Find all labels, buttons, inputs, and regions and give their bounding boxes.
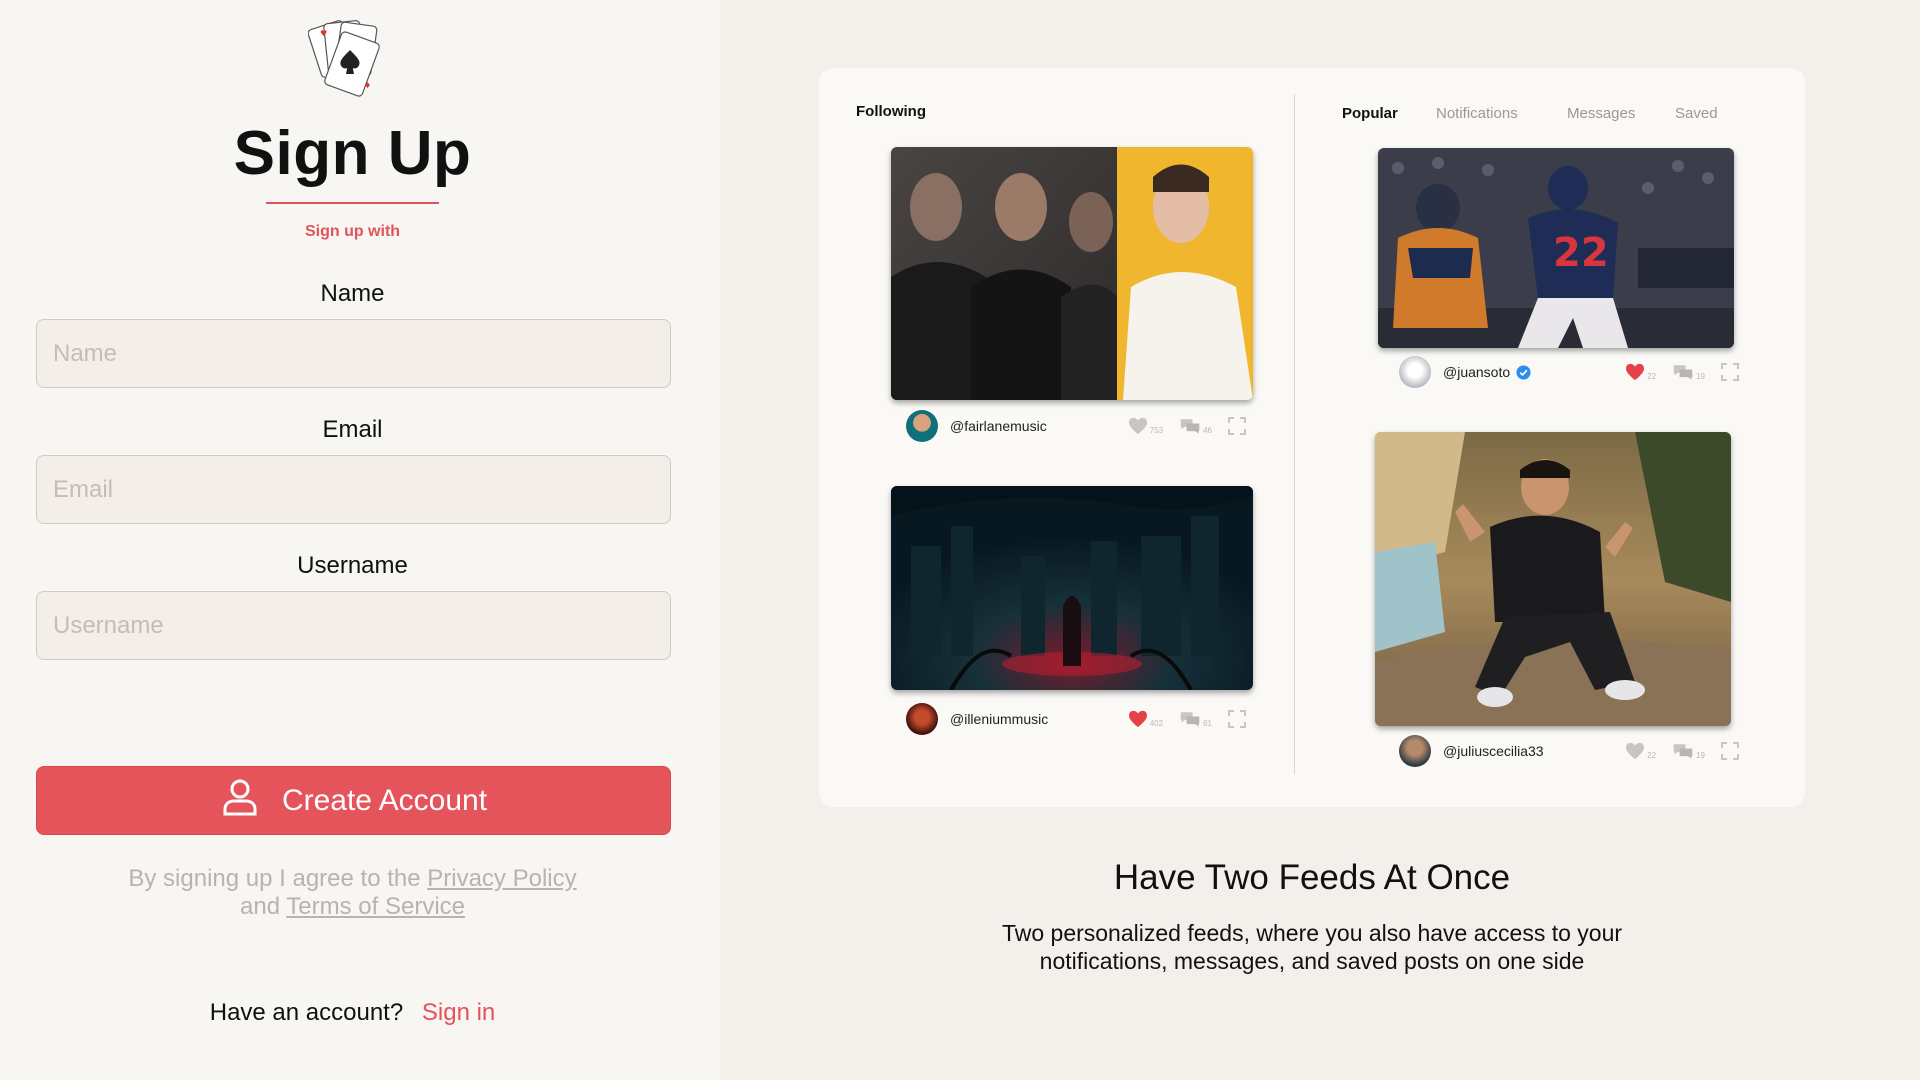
post-image[interactable]: 22 bbox=[1378, 148, 1734, 348]
terms-of-service-link[interactable]: Terms of Service bbox=[286, 893, 465, 920]
comments-icon bbox=[1673, 365, 1693, 380]
expand-stat[interactable] bbox=[1228, 710, 1246, 728]
heart-icon bbox=[1128, 710, 1147, 728]
expand-icon bbox=[1721, 742, 1739, 760]
heart-icon bbox=[1626, 363, 1645, 381]
comment-count: 19 bbox=[1696, 751, 1705, 760]
expand-stat[interactable] bbox=[1228, 417, 1246, 435]
avatar[interactable] bbox=[906, 703, 938, 735]
post-meta: @juansoto 22 19 bbox=[1399, 356, 1739, 388]
name-label: Name bbox=[320, 280, 385, 307]
comment-stat[interactable]: 19 bbox=[1672, 742, 1705, 760]
feature-title: Have Two Feeds At Once bbox=[1113, 858, 1511, 897]
post-handle[interactable]: @juansoto bbox=[1443, 364, 1510, 380]
email-field[interactable] bbox=[36, 455, 671, 524]
post-meta: @fairlanemusic 753 46 bbox=[906, 410, 1246, 442]
expand-icon bbox=[1228, 417, 1246, 435]
comments-icon bbox=[1180, 712, 1200, 727]
name-field[interactable] bbox=[36, 319, 671, 388]
create-account-label: Create Account bbox=[281, 783, 488, 817]
title-underline bbox=[266, 202, 439, 204]
post-handle-wrap: @juansoto bbox=[1443, 364, 1609, 380]
tab-following[interactable]: Following bbox=[856, 103, 926, 120]
comment-stat[interactable]: 61 bbox=[1179, 710, 1212, 728]
signup-panel: ♥ ♦ Sign Up Sign up with Name Email User… bbox=[0, 0, 720, 1080]
avatar[interactable] bbox=[906, 410, 938, 442]
expand-stat[interactable] bbox=[1721, 742, 1739, 760]
agreement-text: By signing up I agree to the Privacy Pol… bbox=[0, 865, 705, 921]
post-image[interactable] bbox=[1375, 432, 1731, 726]
svg-text:22: 22 bbox=[1553, 230, 1609, 276]
post-handle[interactable]: @juliuscecilia33 bbox=[1443, 743, 1609, 759]
expand-icon bbox=[1721, 363, 1739, 381]
comment-count: 61 bbox=[1203, 719, 1212, 728]
post-handle[interactable]: @illeniummusic bbox=[950, 711, 1112, 727]
comment-count: 46 bbox=[1203, 426, 1212, 435]
like-count: 22 bbox=[1647, 372, 1657, 381]
avatar[interactable] bbox=[1399, 735, 1431, 767]
privacy-policy-link[interactable]: Privacy Policy bbox=[427, 865, 576, 892]
comments-icon bbox=[1673, 744, 1693, 759]
like-stat[interactable]: 753 bbox=[1128, 417, 1163, 435]
like-count: 22 bbox=[1647, 751, 1657, 760]
like-count: 402 bbox=[1149, 719, 1164, 728]
expand-icon bbox=[1228, 710, 1246, 728]
verified-badge-icon bbox=[1516, 364, 1531, 380]
svg-text:♦: ♦ bbox=[364, 81, 371, 90]
post-image[interactable] bbox=[891, 486, 1253, 690]
comments-icon bbox=[1180, 419, 1200, 434]
agreement-and: and bbox=[240, 893, 281, 920]
feeds-preview-card: Following Popular Notifications Messages… bbox=[819, 68, 1805, 807]
tab-saved[interactable]: Saved bbox=[1675, 105, 1718, 122]
like-stat[interactable]: 22 bbox=[1625, 742, 1656, 760]
heart-icon bbox=[1128, 417, 1147, 435]
like-count: 753 bbox=[1149, 426, 1164, 435]
have-account-prompt: Have an account? bbox=[209, 999, 404, 1026]
sign-in-link[interactable]: Sign in bbox=[422, 999, 495, 1026]
post-meta: @juliuscecilia33 22 19 bbox=[1399, 735, 1739, 767]
svg-text:♥: ♥ bbox=[320, 29, 327, 38]
comment-count: 19 bbox=[1696, 372, 1705, 381]
playing-cards-icon: ♥ ♦ bbox=[307, 14, 392, 98]
tab-popular[interactable]: Popular bbox=[1342, 105, 1398, 122]
page-title: Sign Up bbox=[233, 119, 472, 188]
expand-stat[interactable] bbox=[1721, 363, 1739, 381]
comment-stat[interactable]: 46 bbox=[1179, 417, 1212, 435]
username-field[interactable] bbox=[36, 591, 671, 660]
signup-with-label: Sign up with bbox=[304, 223, 401, 240]
have-account-row: Have an account? Sign in bbox=[0, 999, 705, 1027]
heart-icon bbox=[1626, 742, 1645, 760]
post-meta: @illeniummusic 402 61 bbox=[906, 703, 1246, 735]
user-icon bbox=[220, 777, 260, 825]
feature-description: Two personalized feeds, where you also h… bbox=[1001, 920, 1623, 974]
like-stat[interactable]: 22 bbox=[1625, 363, 1656, 381]
post-handle[interactable]: @fairlanemusic bbox=[950, 418, 1112, 434]
avatar[interactable] bbox=[1399, 356, 1431, 388]
agreement-prefix: By signing up I agree to the bbox=[128, 865, 421, 892]
create-account-button[interactable]: Create Account bbox=[36, 766, 671, 835]
comment-stat[interactable]: 19 bbox=[1672, 363, 1705, 381]
like-stat[interactable]: 402 bbox=[1128, 710, 1163, 728]
post-image[interactable] bbox=[891, 147, 1253, 400]
feed-divider bbox=[1294, 94, 1295, 774]
tab-notifications[interactable]: Notifications bbox=[1436, 105, 1518, 122]
email-label: Email bbox=[322, 416, 383, 443]
username-label: Username bbox=[297, 552, 408, 579]
tab-messages[interactable]: Messages bbox=[1567, 105, 1635, 122]
